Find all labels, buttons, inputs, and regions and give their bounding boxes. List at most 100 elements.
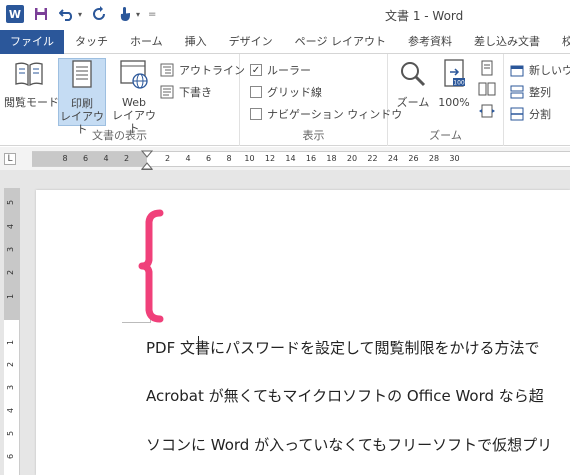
new-window-label: 新しいウ [529,64,570,77]
show-group-label: 表示 [302,129,325,142]
draft-icon [160,85,174,99]
tab-file[interactable]: ファイル [0,30,64,54]
touch-mode-icon[interactable] [116,5,134,23]
show-group: ✓ ルーラー グリッド線 ナビゲーション ウィンドウ 表示 [240,54,402,146]
horizontal-ruler[interactable]: 8 6 4 2 2 4 6 8 10 12 14 16 18 20 22 24 26 28 30 [32,151,570,167]
tab-references[interactable]: 参考資料 [397,30,463,54]
text-cursor [198,336,199,355]
vertical-ruler-top-margin [4,188,20,320]
print-layout-button[interactable]: 印刷 レイアウト [58,58,106,136]
ruler-number: 8 [226,154,232,163]
vertical-ruler-number: 4 [6,407,16,414]
split-icon [510,107,524,121]
vertical-ruler-number: 2 [6,269,16,276]
ruler-number: 4 [185,154,191,163]
zoom-group-label: ズーム [429,129,462,142]
document-page[interactable] [36,190,570,475]
ruler-number: 14 [285,154,296,163]
tab-selector[interactable]: L [4,153,16,165]
tab-insert[interactable]: 挿入 [174,30,218,54]
zoom-100-label: 100% [438,96,470,109]
ruler-number: 24 [387,154,399,163]
ribbon-tabs: ファイル タッチ ホーム 挿入 デザイン ページ レイアウト 参考資料 差し込み… [0,30,570,54]
views-group: 閲覧モード 印刷 レイアウト Web レイアウト アウトライン 下書き 文書の表… [0,54,245,146]
zoom-button[interactable]: ズーム [392,58,434,126]
outline-button[interactable]: アウトライン [160,60,245,80]
zoom-100-button[interactable]: 100 100% [434,58,474,126]
title-bar: W ▾ ▾ = 文書 1 - Word [0,0,570,30]
web-layout-icon [120,60,148,89]
zoom-label: ズーム [396,96,430,109]
tab-page-layout[interactable]: ページ レイアウト [284,30,397,54]
read-mode-icon [15,62,43,87]
vertical-ruler[interactable]: 5 4 3 2 1 1 2 3 4 5 6 [4,188,20,475]
outline-label: アウトライン [179,64,245,77]
vertical-ruler-number: 5 [6,199,16,206]
views-group-label: 文書の表示 [92,129,147,142]
ruler-left-margin [32,152,147,166]
touch-dropdown-icon[interactable]: ▾ [136,10,140,19]
arrange-all-label: 整列 [529,86,551,99]
undo-icon[interactable] [58,5,76,23]
ruler-number: 16 [305,154,317,163]
ruler-number: 18 [326,154,337,163]
new-window-icon [510,65,524,77]
ruler-check-icon[interactable]: ✓ [250,64,262,76]
new-window-button[interactable]: 新しいウ [510,60,570,80]
document-line[interactable]: PDF 文書にパスワードを設定して閲覧制限をかける方法で [146,337,540,358]
nav-pane-check-icon[interactable] [250,108,262,120]
split-label: 分割 [529,108,551,121]
arrange-all-button[interactable]: 整列 [510,82,551,102]
vertical-ruler-number: 1 [6,339,16,346]
ruler-checkbox[interactable]: ✓ ルーラー [250,60,311,80]
tab-review[interactable]: 校閲 [551,30,570,54]
one-page-icon[interactable] [480,60,494,79]
ruler-number: 6 [205,154,212,163]
gridlines-check-icon[interactable] [250,86,262,98]
zoom-group: ズーム 100 100% ズーム [388,54,504,146]
ruler-number: 28 [428,154,440,163]
tab-design[interactable]: デザイン [218,30,284,54]
ruler-number: 4 [103,154,109,163]
redo-icon[interactable] [90,5,108,23]
tab-home[interactable]: ホーム [119,30,174,54]
vertical-ruler-number: 3 [6,246,16,253]
ruler-number: 12 [264,154,276,163]
page-width-icon[interactable] [478,104,496,121]
tab-touch[interactable]: タッチ [64,30,119,54]
vertical-ruler-number: 5 [6,430,16,437]
ruler-number: 20 [346,154,358,163]
read-mode-button[interactable]: 閲覧モード [4,58,59,126]
ruler-number: 10 [244,154,255,163]
web-layout-button[interactable]: Web レイアウト [110,58,158,135]
window-title: 文書 1 - Word [385,9,464,23]
draft-button[interactable]: 下書き [160,82,212,102]
gridlines-checkbox[interactable]: グリッド線 [250,82,322,102]
vertical-ruler-number: 6 [6,453,16,460]
document-line[interactable]: Acrobat が無くてもマイクロソフトの Office Word なら超 [146,385,544,406]
vertical-ruler-number: 4 [6,223,16,230]
vertical-ruler-number: 2 [6,361,16,368]
save-icon[interactable] [32,5,50,23]
word-logo-icon[interactable]: W [6,5,24,23]
draft-label: 下書き [179,86,212,99]
split-button[interactable]: 分割 [510,104,551,124]
ruler-number: 26 [408,154,419,163]
horizontal-ruler-area: L 8 6 4 2 2 4 6 8 10 12 14 16 18 20 22 24 26 28 30 [0,147,570,170]
vertical-ruler-number: 3 [6,384,16,391]
undo-dropdown-icon[interactable]: ▾ [78,10,82,19]
annotation-bracket-icon [138,209,164,323]
customize-qat-icon[interactable]: = [148,9,156,20]
navigation-pane-checkbox[interactable]: ナビゲーション ウィンドウ [250,104,402,124]
arrange-all-icon [510,85,524,99]
ruler-number: 8 [62,154,68,163]
multiple-pages-icon[interactable] [478,82,496,99]
outline-icon [160,63,174,77]
window-group: 新しいウ 整列 分割 [504,54,570,146]
ruler-label: ルーラー [267,64,311,77]
tab-mailings[interactable]: 差し込み文書 [463,30,551,54]
zoom-100-icon: 100 [444,59,465,87]
document-line[interactable]: ソコンに Word が入っていなくてもフリーソフトで仮想プリ [146,434,552,455]
vertical-ruler-number: 1 [6,293,16,300]
gridlines-label: グリッド線 [267,86,322,99]
